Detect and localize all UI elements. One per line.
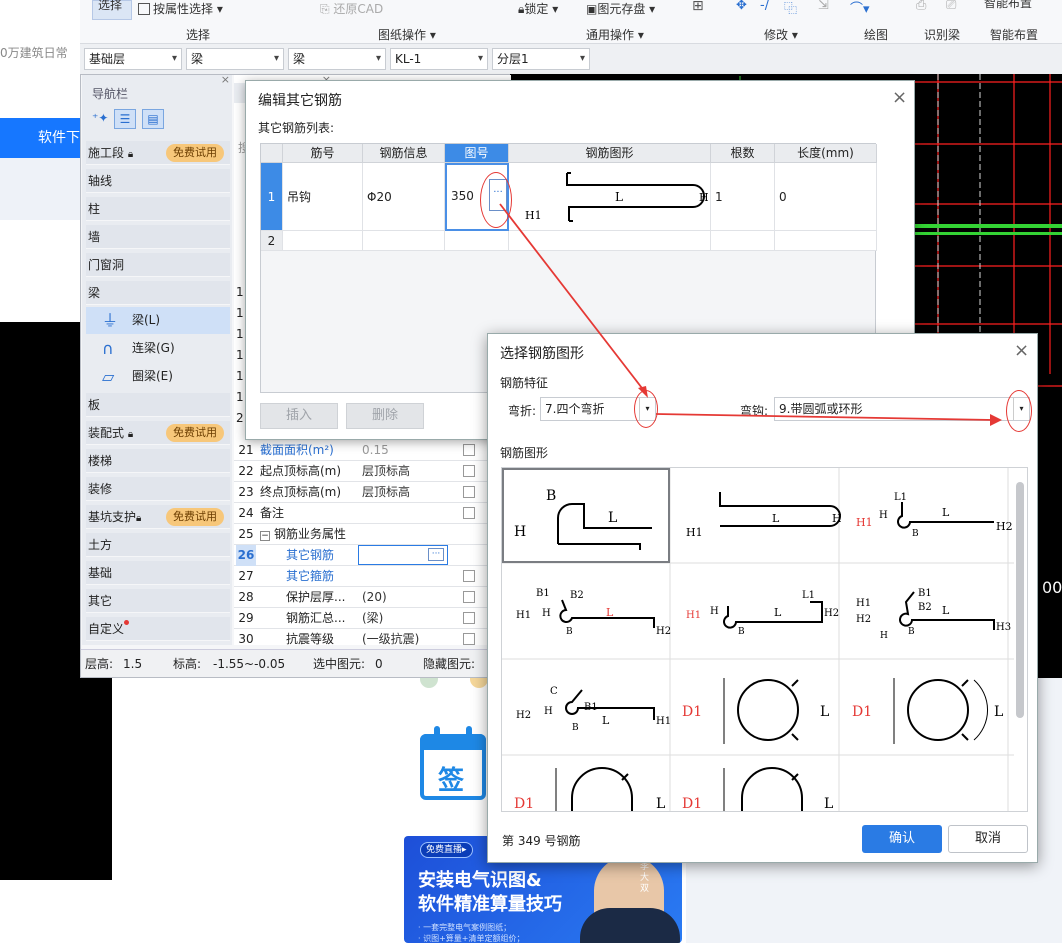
annotation-arrows <box>499 203 1002 426</box>
